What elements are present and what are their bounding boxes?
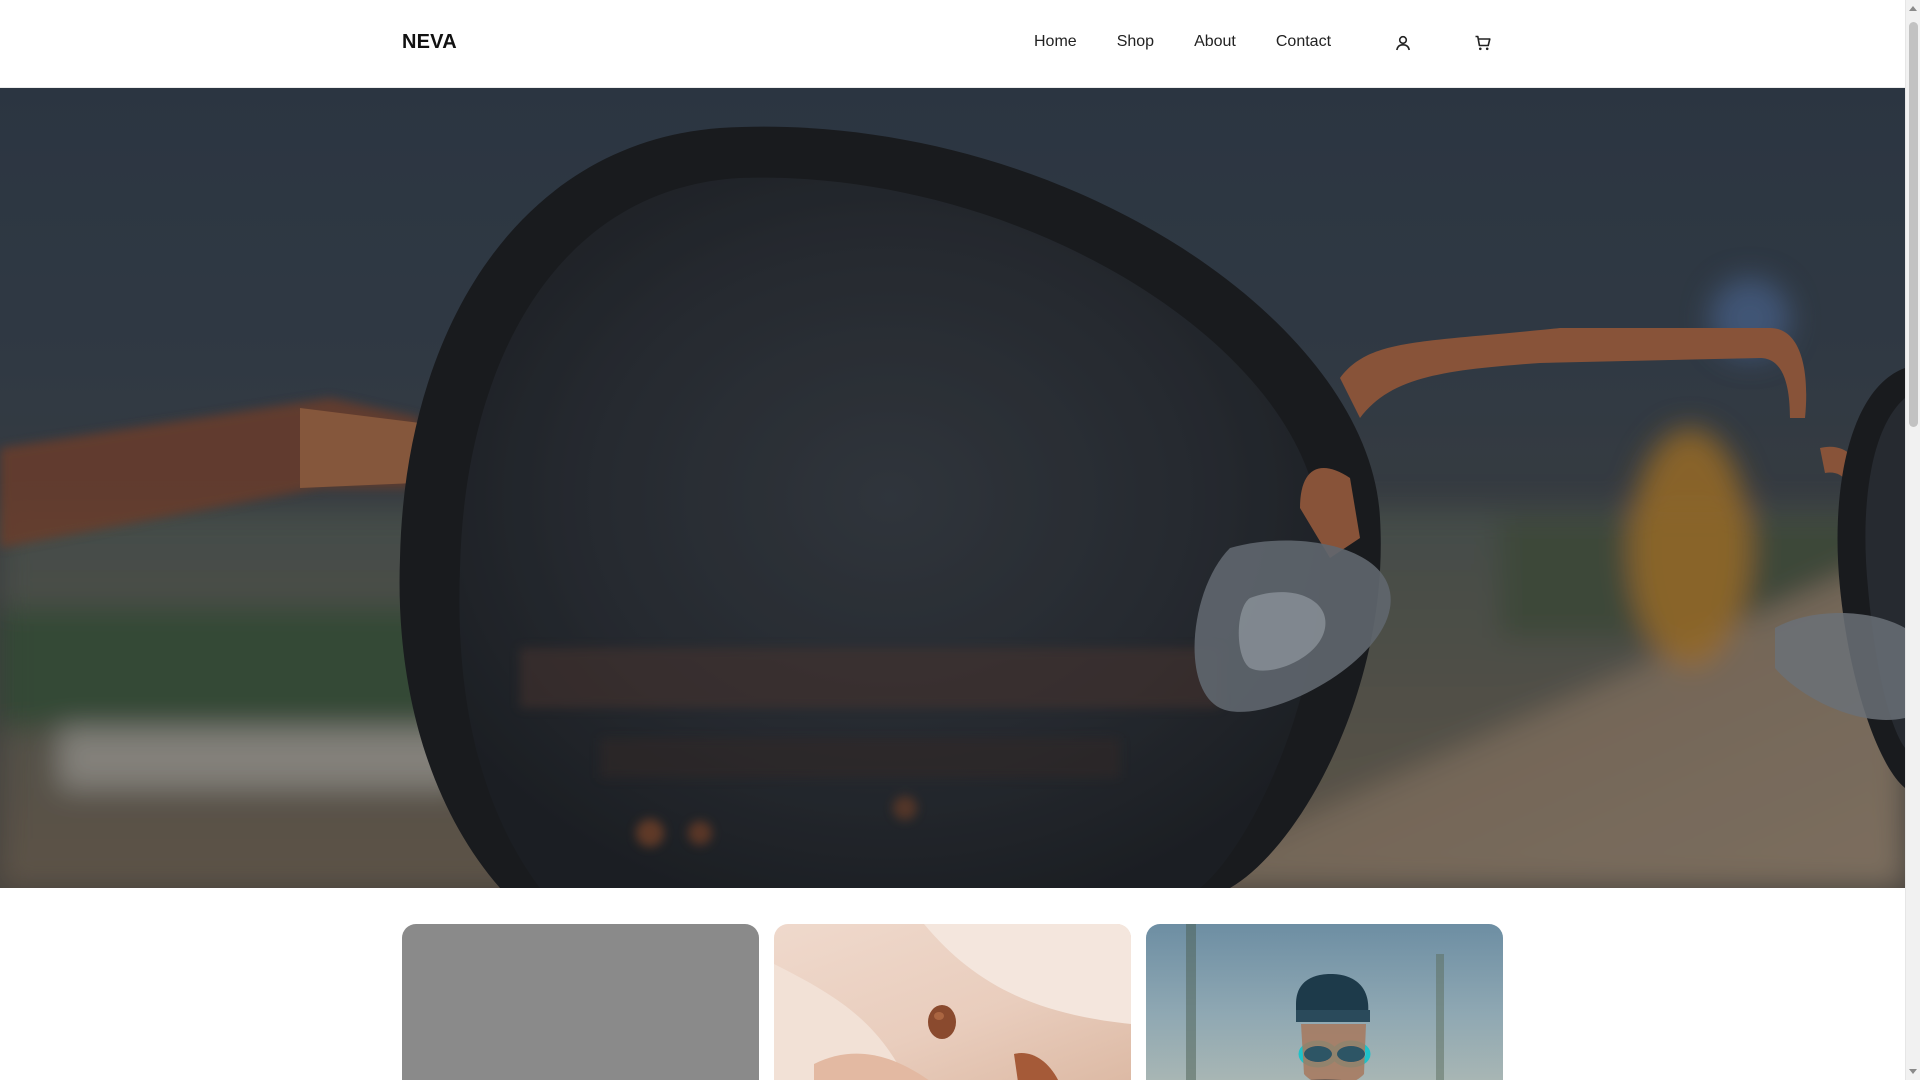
scroll-down-arrow-icon[interactable]: [1909, 1069, 1917, 1074]
card-image: [402, 924, 759, 1080]
main-nav: Home Shop About Contact: [1034, 33, 1371, 51]
brand-logo[interactable]: NEVA: [402, 31, 457, 54]
cart-button[interactable]: [1472, 32, 1494, 54]
account-button[interactable]: [1392, 32, 1414, 54]
card-image: [774, 924, 1131, 1080]
page-scrollbar[interactable]: [1905, 0, 1920, 1080]
hero-banner: [0, 88, 1905, 888]
page: NEVA Home Shop About Contact: [0, 0, 1905, 1080]
category-card[interactable]: [402, 924, 759, 1080]
user-icon: [1396, 35, 1410, 51]
nav-about-link[interactable]: About: [1194, 33, 1236, 51]
scroll-up-arrow-icon[interactable]: [1909, 6, 1917, 11]
nav-contact-link[interactable]: Contact: [1276, 33, 1331, 51]
nav-shop-link[interactable]: Shop: [1117, 33, 1154, 51]
shopping-cart-icon: [1475, 35, 1491, 51]
category-card[interactable]: [774, 924, 1131, 1080]
category-card[interactable]: [1146, 924, 1503, 1080]
card-image: [1186, 924, 1444, 1080]
hero-overlay: [0, 88, 1905, 888]
nav-home-link[interactable]: Home: [1034, 33, 1077, 51]
scrollbar-thumb[interactable]: [1909, 22, 1918, 427]
category-cards: [402, 924, 1503, 1080]
site-header: NEVA Home Shop About Contact: [0, 0, 1905, 88]
